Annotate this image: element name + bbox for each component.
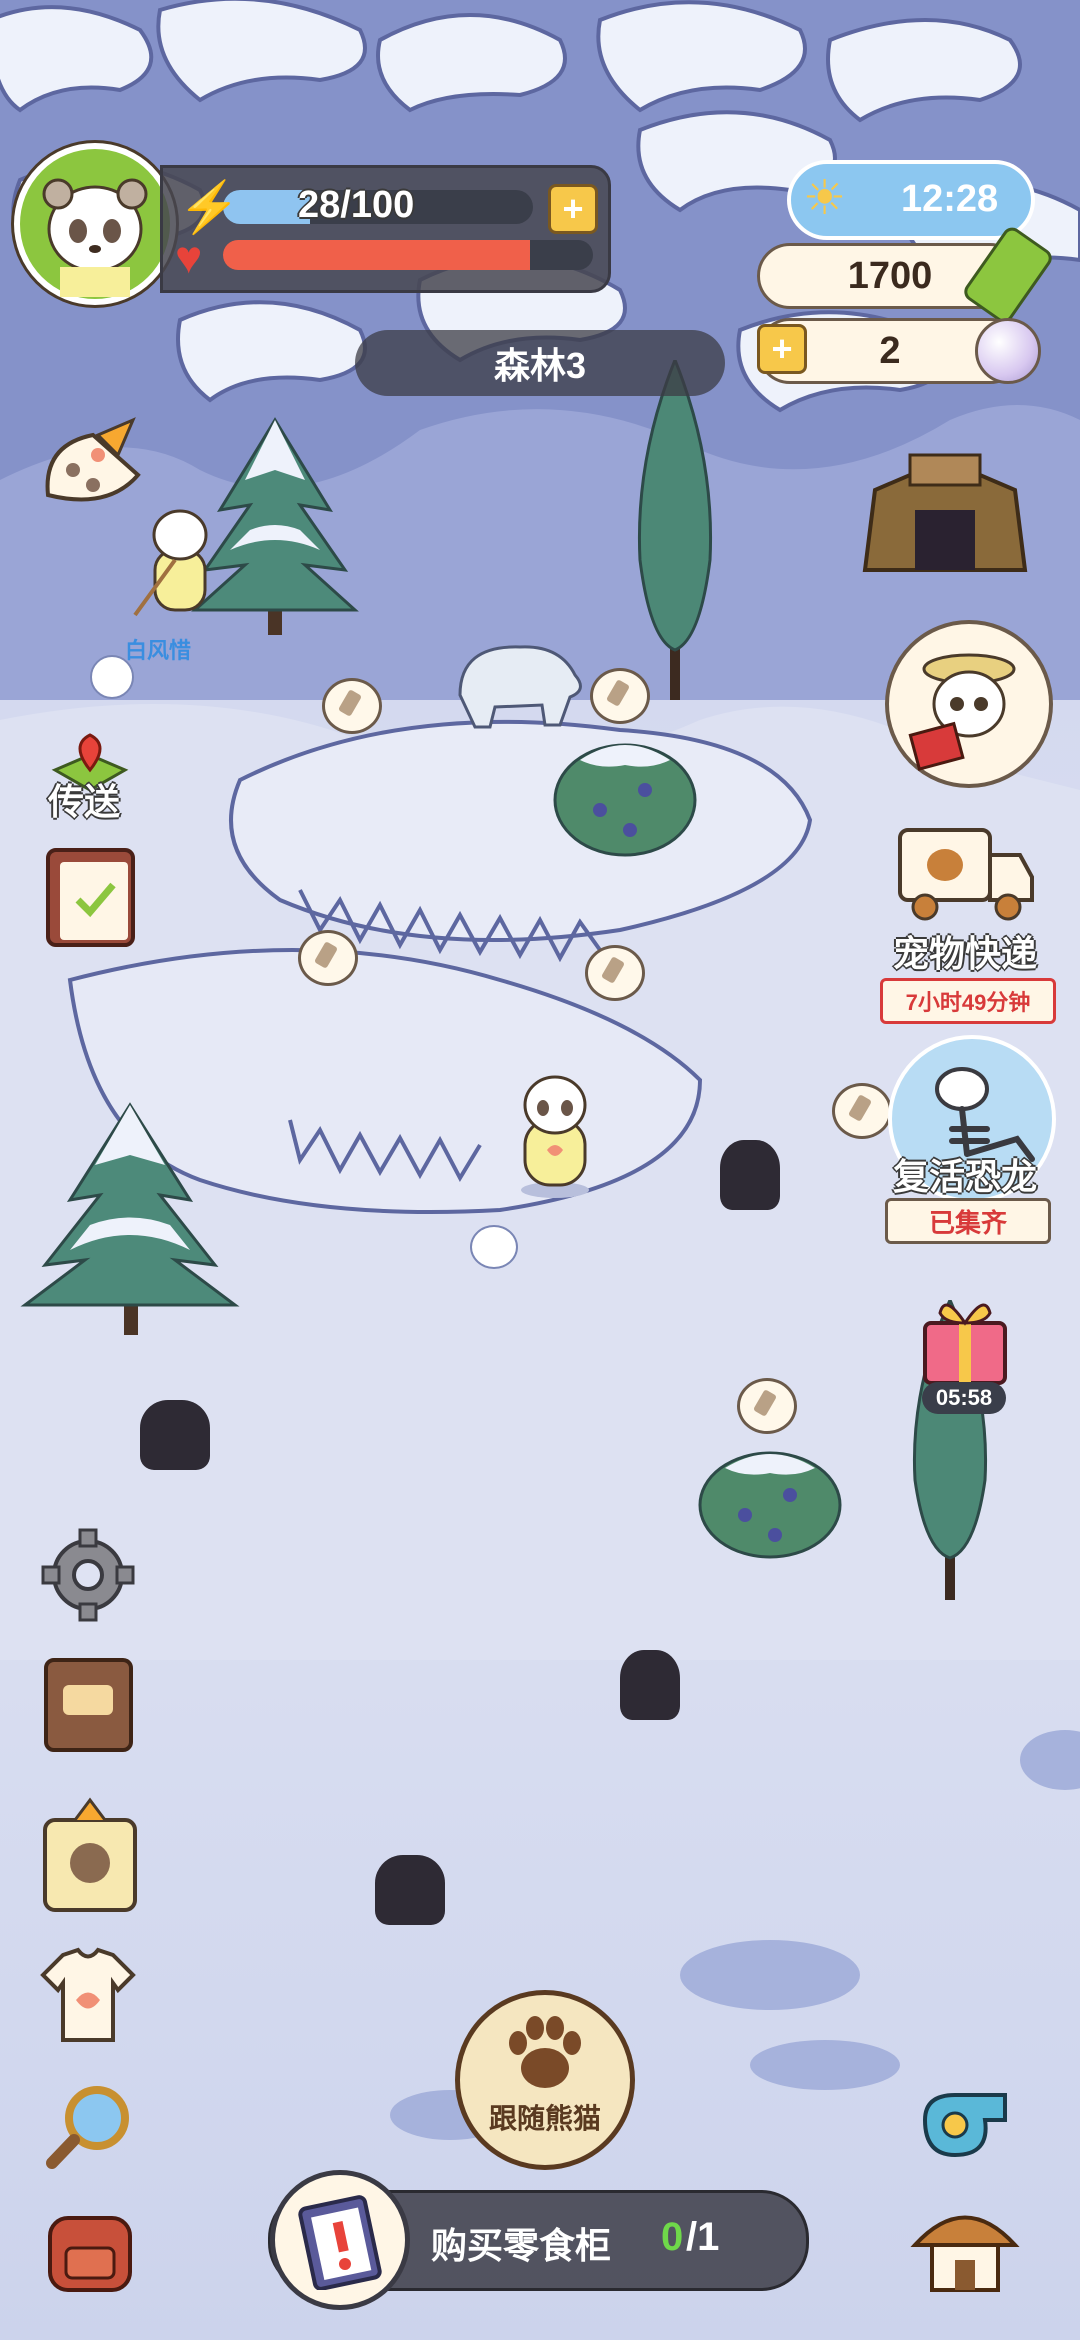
follow-panda-button[interactable]: 跟随熊猫 xyxy=(455,1990,635,2170)
pet-delivery-timer-badge: 7小时49分钟 xyxy=(880,978,1056,1024)
teleport-button[interactable]: 传送 xyxy=(30,705,150,825)
paw-print-icon xyxy=(509,2016,581,2088)
pet-bag-icon xyxy=(43,1797,137,1912)
backpack-button[interactable] xyxy=(38,2198,143,2298)
quest-total: /1 xyxy=(686,2215,720,2259)
clipboard-alert-icon xyxy=(298,2195,382,2290)
revive-dino-status: 已集齐 xyxy=(928,1207,1007,1238)
location-name: 森林3 xyxy=(493,345,587,386)
add-pearl-button[interactable]: + xyxy=(757,324,807,374)
revive-dino-status-badge: 已集齐 xyxy=(885,1198,1051,1244)
tree-stump[interactable] xyxy=(140,1400,210,1470)
frozen-puddle xyxy=(750,2040,900,2090)
whistle-icon xyxy=(922,2093,1007,2158)
follow-panda-label: 跟随熊猫 xyxy=(488,2103,601,2134)
search-button[interactable] xyxy=(42,2078,137,2173)
palette-icon xyxy=(45,417,141,502)
snowy-pine-tree xyxy=(20,1102,240,1335)
mine-entrance[interactable] xyxy=(855,440,1035,580)
player-avatar[interactable] xyxy=(14,143,176,305)
frozen-puddle xyxy=(1020,1730,1080,1790)
quest-clipboard-button[interactable] xyxy=(270,2170,410,2310)
energy-value: 28/100 xyxy=(298,184,415,226)
npc-name-label: 白风惜 xyxy=(125,638,192,663)
polar-bear xyxy=(458,645,582,729)
shirt-icon xyxy=(40,1947,136,2042)
pearl-icon xyxy=(975,318,1041,384)
pet-delivery-button[interactable] xyxy=(885,800,1045,940)
pearl-value: 2 xyxy=(879,329,901,372)
tree-stump[interactable] xyxy=(720,1140,780,1210)
chop-axe-bubble[interactable] xyxy=(585,945,645,1001)
clock-panel: ☀ 12:28 xyxy=(787,160,1035,240)
explorer-panda-icon xyxy=(908,653,1016,771)
coin-value: 1700 xyxy=(847,254,933,297)
gear-icon xyxy=(41,1528,135,1622)
npc-panda-sweeping[interactable] xyxy=(125,500,225,620)
magnifier-icon xyxy=(46,2086,129,2169)
chop-axe-bubble[interactable] xyxy=(298,930,358,986)
home-button[interactable] xyxy=(910,2190,1020,2300)
quest-progress: 0 xyxy=(661,2215,684,2259)
quest-label: 购买零食柜 xyxy=(431,2225,612,2266)
berry-bush xyxy=(698,1451,842,1559)
lightning-icon: ⚡ xyxy=(178,179,241,235)
pet-delivery-timer: 7小时49分钟 xyxy=(905,990,1031,1015)
panda-player-character[interactable] xyxy=(515,1070,595,1200)
add-energy-button[interactable]: + xyxy=(548,184,598,234)
tree-stump[interactable] xyxy=(375,1855,445,1925)
health-bar-fill xyxy=(223,240,531,270)
settings-button[interactable] xyxy=(38,1525,138,1625)
revive-dino-label: 复活恐龙 xyxy=(892,1156,1037,1197)
tall-cypress-tree xyxy=(637,360,713,700)
journal-button[interactable] xyxy=(38,840,143,955)
chop-axe-bubble[interactable] xyxy=(832,1083,892,1139)
wardrobe-button[interactable] xyxy=(38,1945,138,2045)
tree-stump[interactable] xyxy=(620,1650,680,1720)
recipe-book-icon xyxy=(44,1658,133,1752)
berry-bush xyxy=(553,743,697,857)
backpack-icon xyxy=(48,2216,132,2292)
clock-time: 12:28 xyxy=(901,178,999,220)
teleport-label: 传送 xyxy=(48,781,121,822)
gift-box-icon xyxy=(923,1303,1007,1385)
journal-book-icon xyxy=(46,848,135,947)
chop-axe-bubble[interactable] xyxy=(322,678,382,734)
pet-bag-button[interactable] xyxy=(35,1795,145,1915)
heart-icon: ♥ xyxy=(175,231,203,283)
white-rabbit xyxy=(470,1225,518,1269)
chop-axe-bubble[interactable] xyxy=(737,1378,797,1434)
frozen-puddle xyxy=(680,1940,860,2010)
status-panel: ⚡ 28/100 + ♥ xyxy=(160,165,611,293)
sun-icon: ☀ xyxy=(803,172,847,225)
pet-delivery-label: 宠物快递 xyxy=(892,933,1037,974)
gift-timer-badge: 05:58 xyxy=(922,1382,1006,1414)
mushroom-house-icon xyxy=(910,2215,1020,2292)
gift-box-button[interactable] xyxy=(915,1285,1015,1390)
delivery-truck-icon xyxy=(898,828,1034,921)
explorer-npc-button[interactable] xyxy=(885,620,1053,788)
gift-timer: 05:58 xyxy=(935,1385,993,1410)
palette-button[interactable] xyxy=(38,415,148,515)
location-banner: 森林3 xyxy=(355,330,725,396)
chop-axe-bubble[interactable] xyxy=(590,668,650,724)
recipe-book-button[interactable] xyxy=(38,1650,138,1760)
whistle-button[interactable] xyxy=(910,2060,1020,2170)
health-bar-track xyxy=(223,240,593,270)
panda-face-icon xyxy=(42,178,148,297)
